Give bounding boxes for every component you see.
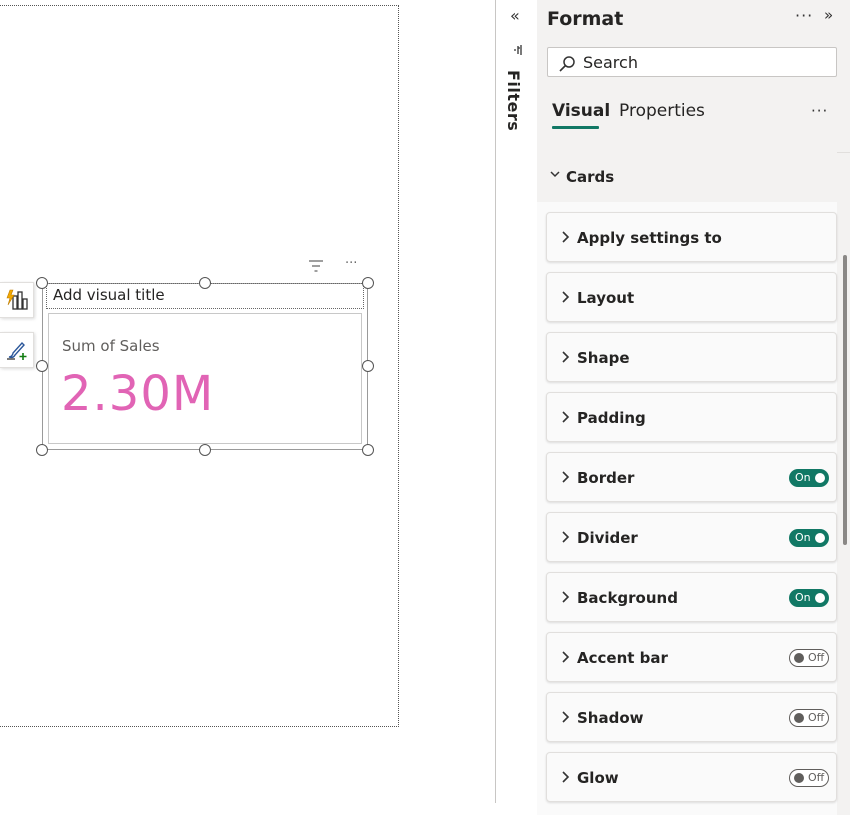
glow-toggle[interactable]: Off	[789, 769, 829, 787]
chevron-right-icon	[562, 771, 570, 783]
filters-label[interactable]: Filters	[504, 70, 523, 131]
card-label: Apply settings to	[577, 229, 722, 247]
format-pane-header: Format ··· » Search Visual Properties ··…	[537, 0, 850, 153]
filter-icon[interactable]	[308, 259, 324, 277]
card-body: Sum of Sales 2.30M	[48, 313, 362, 444]
card-value: 2.30M	[61, 366, 215, 422]
search-icon	[559, 56, 575, 72]
tabs-more-icon[interactable]: ···	[811, 102, 828, 120]
tab-visual[interactable]: Visual	[552, 101, 610, 121]
format-pane: Format ··· » Search Visual Properties ··…	[537, 0, 850, 815]
active-tab-indicator	[552, 126, 599, 129]
chevron-right-icon	[562, 651, 570, 663]
accent-bar-toggle[interactable]: Off	[789, 649, 829, 667]
card-label: Accent bar	[577, 649, 668, 667]
shadow-toggle[interactable]: Off	[789, 709, 829, 727]
filters-pane-collapsed[interactable]: « Filters	[495, 0, 538, 803]
resize-handle-right[interactable]	[362, 360, 374, 372]
card-label: Glow	[577, 769, 619, 787]
chevron-down-icon	[550, 171, 560, 178]
more-options-icon[interactable]: ···	[795, 6, 813, 25]
format-card-divider[interactable]: Divider On	[546, 512, 837, 562]
border-toggle[interactable]: On	[789, 469, 829, 487]
format-visual-button[interactable]	[0, 332, 34, 368]
card-label: Layout	[577, 289, 635, 307]
resize-handle-top-right[interactable]	[362, 277, 374, 289]
tab-properties[interactable]: Properties	[619, 101, 705, 121]
resize-handle-bottom-right[interactable]	[362, 444, 374, 456]
pane-scrollbar[interactable]	[843, 255, 847, 545]
pane-title: Format	[547, 8, 624, 30]
resize-handle-bottom-left[interactable]	[36, 444, 48, 456]
section-label: Cards	[566, 168, 615, 186]
toggle-knob	[815, 473, 825, 483]
section-header-cards[interactable]: Cards	[537, 152, 837, 202]
chevron-right-icon	[562, 531, 570, 543]
chevron-right-icon	[562, 411, 570, 423]
card-label: Border	[577, 469, 635, 487]
toggle-state: On	[795, 471, 811, 484]
chevron-right-icon	[562, 231, 570, 243]
toggle-knob	[815, 593, 825, 603]
format-card-apply-settings[interactable]: Apply settings to	[546, 212, 837, 262]
background-toggle[interactable]: On	[789, 589, 829, 607]
format-card-border[interactable]: Border On	[546, 452, 837, 502]
smart-narrative-button[interactable]	[0, 282, 34, 318]
chevron-right-icon	[562, 351, 570, 363]
format-card-shape[interactable]: Shape	[546, 332, 837, 382]
format-card-accent-bar[interactable]: Accent bar Off	[546, 632, 837, 682]
format-card-padding[interactable]: Padding	[546, 392, 837, 442]
toggle-knob	[815, 533, 825, 543]
toggle-state: Off	[808, 771, 825, 784]
report-canvas[interactable]: ··· Add visual title Sum of Sales 2.30M	[0, 0, 495, 815]
search-input[interactable]: Search	[547, 47, 837, 77]
more-options-icon[interactable]: ···	[345, 256, 357, 271]
toggle-knob	[794, 713, 804, 723]
format-brush-icon	[6, 341, 26, 360]
search-placeholder: Search	[583, 53, 638, 72]
visual-title-placeholder[interactable]: Add visual title	[53, 286, 165, 304]
divider-toggle[interactable]: On	[789, 529, 829, 547]
visual-header: ···	[308, 256, 368, 278]
card-label: Padding	[577, 409, 646, 427]
chevron-right-icon	[562, 591, 570, 603]
toggle-state: Off	[808, 711, 825, 724]
chevron-right-icon	[562, 471, 570, 483]
resize-handle-bottom[interactable]	[199, 444, 211, 456]
card-label: Shape	[577, 349, 630, 367]
card-label: Sum of Sales	[62, 337, 160, 355]
format-card-glow[interactable]: Glow Off	[546, 752, 837, 802]
card-label: Shadow	[577, 709, 644, 727]
toggle-state: On	[795, 531, 811, 544]
format-card-list: Apply settings to Layout Shape Padding B…	[537, 202, 837, 815]
expand-filters-icon[interactable]: «	[510, 6, 520, 25]
chevron-right-icon	[562, 711, 570, 723]
resize-handle-top[interactable]	[199, 277, 211, 289]
smart-narrative-icon	[6, 289, 28, 310]
format-card-background[interactable]: Background On	[546, 572, 837, 622]
format-card-layout[interactable]: Layout	[546, 272, 837, 322]
resize-handle-left[interactable]	[36, 360, 48, 372]
resize-handle-top-left[interactable]	[36, 277, 48, 289]
toggle-knob	[794, 653, 804, 663]
card-visual[interactable]: Add visual title Sum of Sales 2.30M	[42, 283, 368, 450]
format-card-shadow[interactable]: Shadow Off	[546, 692, 837, 742]
toggle-state: On	[795, 591, 811, 604]
toggle-knob	[794, 773, 804, 783]
filter-icon	[514, 45, 522, 55]
toggle-state: Off	[808, 651, 825, 664]
chevron-right-icon	[562, 291, 570, 303]
card-label: Background	[577, 589, 678, 607]
card-label: Divider	[577, 529, 638, 547]
collapse-pane-icon[interactable]: »	[824, 6, 833, 24]
